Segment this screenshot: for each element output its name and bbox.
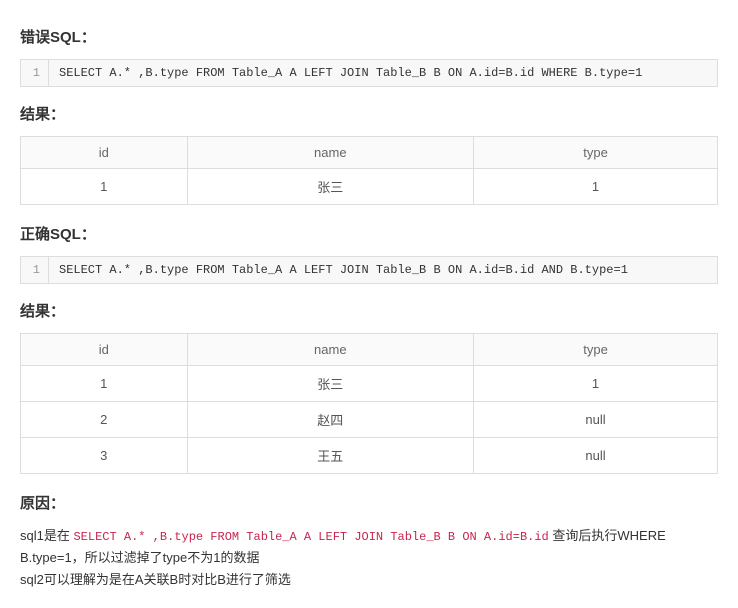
code-block-wrong-sql: 1 SELECT A.* ,B.type FROM Table_A A LEFT…	[20, 59, 718, 87]
cell-id: 1	[21, 169, 188, 205]
col-name: name	[187, 334, 473, 366]
reason-line-2: sql2可以理解为是在A关联B时对比B进行了筛选	[20, 569, 718, 591]
code-block-correct-sql: 1 SELECT A.* ,B.type FROM Table_A A LEFT…	[20, 256, 718, 284]
table-row: 2 赵四 null	[21, 402, 718, 438]
result-table-1: id name type 1 张三 1	[20, 136, 718, 205]
col-type: type	[474, 334, 718, 366]
heading-wrong-sql: 错误SQL：	[20, 26, 718, 47]
reason-prefix: sql1是在	[20, 528, 73, 543]
code-line-number: 1	[21, 257, 49, 283]
table-header-row: id name type	[21, 334, 718, 366]
table-row: 1 张三 1	[21, 366, 718, 402]
col-type: type	[474, 137, 718, 169]
cell-type: 1	[474, 366, 718, 402]
code-line-number: 1	[21, 60, 49, 86]
cell-type: null	[474, 402, 718, 438]
cell-name: 王五	[187, 438, 473, 474]
table-row: 3 王五 null	[21, 438, 718, 474]
heading-reason: 原因：	[20, 492, 718, 513]
reason-text: sql1是在 SELECT A.* ,B.type FROM Table_A A…	[20, 525, 718, 592]
heading-correct-sql: 正确SQL：	[20, 223, 718, 244]
heading-result-2: 结果：	[20, 300, 718, 321]
cell-id: 1	[21, 366, 188, 402]
code-content: SELECT A.* ,B.type FROM Table_A A LEFT J…	[49, 60, 717, 86]
cell-name: 张三	[187, 169, 473, 205]
col-name: name	[187, 137, 473, 169]
reason-line-1: sql1是在 SELECT A.* ,B.type FROM Table_A A…	[20, 525, 718, 569]
cell-name: 赵四	[187, 402, 473, 438]
table-header-row: id name type	[21, 137, 718, 169]
heading-result-1: 结果：	[20, 103, 718, 124]
code-content: SELECT A.* ,B.type FROM Table_A A LEFT J…	[49, 257, 717, 283]
table-row: 1 张三 1	[21, 169, 718, 205]
cell-id: 2	[21, 402, 188, 438]
cell-type: null	[474, 438, 718, 474]
col-id: id	[21, 137, 188, 169]
cell-type: 1	[474, 169, 718, 205]
cell-name: 张三	[187, 366, 473, 402]
cell-id: 3	[21, 438, 188, 474]
result-table-2: id name type 1 张三 1 2 赵四 null 3 王五 null	[20, 333, 718, 474]
col-id: id	[21, 334, 188, 366]
reason-highlight-code: SELECT A.* ,B.type FROM Table_A A LEFT J…	[73, 530, 548, 544]
